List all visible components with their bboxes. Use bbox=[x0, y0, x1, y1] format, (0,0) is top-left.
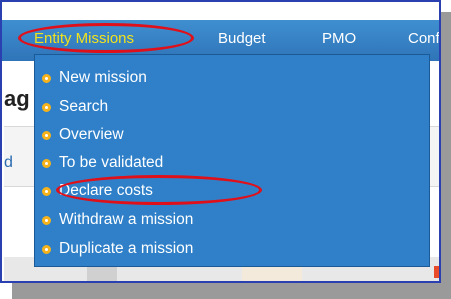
page-tab-label[interactable]: d bbox=[4, 154, 13, 172]
entity-missions-dropdown: New mission Search Overview To be valida… bbox=[34, 54, 430, 267]
bullet-icon bbox=[42, 245, 51, 254]
screenshot-frame: Entity Missions Budget PMO Conf ag d New… bbox=[0, 0, 441, 283]
menu-item-label: New mission bbox=[59, 69, 147, 86]
bullet-icon bbox=[42, 131, 51, 140]
menu-item-label: Duplicate a mission bbox=[59, 240, 194, 257]
page-title: ag bbox=[4, 86, 30, 111]
nav-item-budget[interactable]: Budget bbox=[218, 30, 266, 47]
bullet-icon bbox=[42, 159, 51, 168]
menu-item-label: Search bbox=[59, 98, 109, 115]
menu-item-label: To be validated bbox=[59, 154, 164, 171]
highlight-circle-entity-missions bbox=[18, 23, 194, 53]
frame-shadow-right bbox=[441, 12, 451, 299]
menu-item-label: Overview bbox=[59, 126, 124, 143]
menu-item-label: Withdraw a mission bbox=[59, 211, 194, 228]
bullet-icon bbox=[42, 103, 51, 112]
corner-icon bbox=[434, 266, 439, 278]
menu-item-withdraw-a-mission[interactable]: Withdraw a mission bbox=[42, 209, 194, 231]
nav-item-conf[interactable]: Conf bbox=[408, 30, 439, 47]
menu-item-search[interactable]: Search bbox=[42, 96, 109, 118]
bullet-icon bbox=[42, 216, 51, 225]
bullet-icon bbox=[42, 74, 51, 83]
menu-item-new-mission[interactable]: New mission bbox=[42, 67, 147, 89]
menu-item-duplicate-a-mission[interactable]: Duplicate a mission bbox=[42, 238, 194, 260]
frame-shadow-bottom bbox=[12, 283, 451, 299]
menu-item-overview[interactable]: Overview bbox=[42, 124, 124, 146]
bullet-icon bbox=[42, 187, 51, 196]
top-strip bbox=[2, 2, 439, 20]
menu-item-to-be-validated[interactable]: To be validated bbox=[42, 152, 164, 174]
nav-item-pmo[interactable]: PMO bbox=[322, 30, 356, 47]
highlight-circle-declare-costs bbox=[56, 175, 262, 205]
